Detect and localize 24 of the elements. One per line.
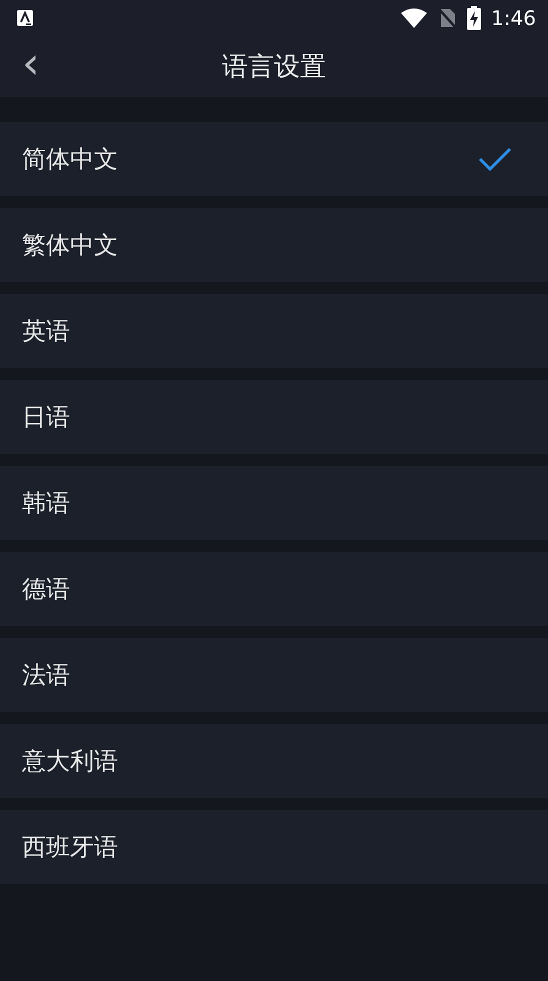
language-option[interactable]: 德语	[0, 552, 548, 626]
language-option[interactable]: 繁体中文	[0, 208, 548, 282]
language-label: 英语	[22, 316, 70, 347]
language-option[interactable]: 简体中文	[0, 122, 548, 196]
language-option[interactable]: 韩语	[0, 466, 548, 540]
language-option[interactable]: 英语	[0, 294, 548, 368]
language-label: 繁体中文	[22, 230, 118, 261]
language-option[interactable]: 法语	[0, 638, 548, 712]
language-label: 韩语	[22, 488, 70, 519]
language-option[interactable]: 日语	[0, 380, 548, 454]
battery-charging-icon	[467, 6, 482, 30]
language-label: 简体中文	[22, 144, 118, 175]
back-button[interactable]: ‹	[14, 44, 48, 84]
language-option[interactable]: 意大利语	[0, 724, 548, 798]
language-label: 日语	[22, 402, 70, 433]
language-label: 法语	[22, 660, 70, 691]
page-title: 语言设置	[222, 50, 326, 84]
wifi-icon	[401, 8, 428, 28]
notification-icon	[16, 8, 34, 26]
language-option[interactable]: 西班牙语	[0, 810, 548, 884]
clock-time: 1:46	[491, 6, 536, 30]
language-label: 意大利语	[22, 746, 118, 777]
language-label: 西班牙语	[22, 832, 118, 863]
language-label: 德语	[22, 574, 70, 605]
